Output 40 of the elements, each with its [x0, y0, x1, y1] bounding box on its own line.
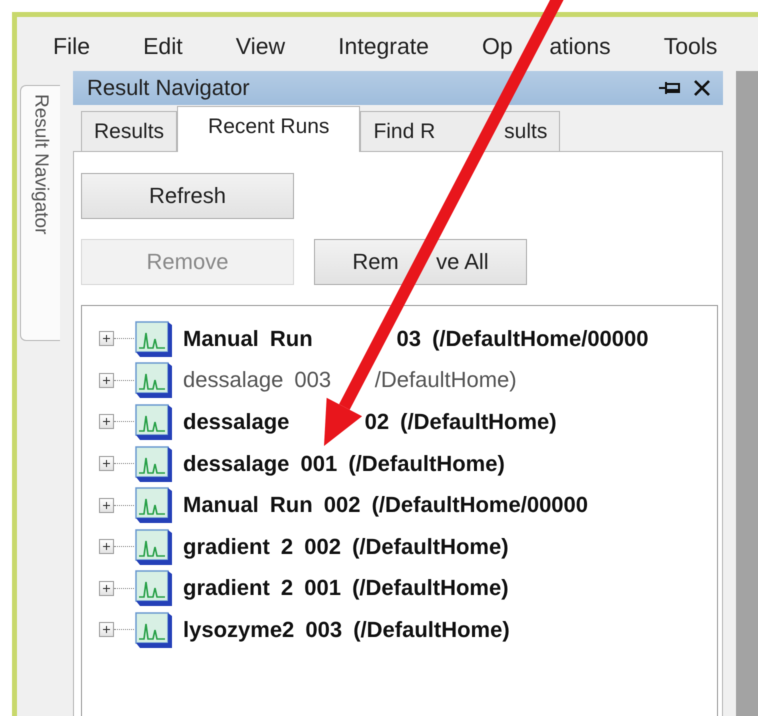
- chromatogram-icon: [134, 568, 174, 608]
- run-label[interactable]: dessalage 003 /DefaultHome): [183, 367, 517, 394]
- chromatogram-icon: [134, 610, 174, 650]
- menu-item[interactable]: View: [236, 31, 286, 61]
- expand-toggle[interactable]: [99, 539, 114, 554]
- action-button[interactable]: Refresh: [81, 173, 294, 219]
- run-label[interactable]: dessalage 001 (/DefaultHome): [183, 450, 505, 477]
- chromatogram-icon: [134, 318, 174, 359]
- run-label[interactable]: lysozyme2 003 (/DefaultHome): [183, 616, 510, 643]
- run-label[interactable]: dessalage 02 (/DefaultHome): [183, 408, 557, 435]
- expand-toggle[interactable]: [99, 331, 114, 346]
- panel-title: Result Navigator: [87, 75, 251, 101]
- expand-toggle[interactable]: [99, 580, 114, 596]
- menu-item[interactable]: File: [53, 31, 90, 61]
- run-label[interactable]: gradient 2 002 (/DefaultHome): [183, 534, 509, 560]
- pin-icon[interactable]: [659, 81, 681, 95]
- expand-toggle[interactable]: [99, 414, 114, 430]
- side-tab[interactable]: Result Navigator: [20, 85, 60, 341]
- menu-item[interactable]: Tools: [664, 31, 718, 61]
- expand-toggle[interactable]: [99, 456, 114, 472]
- chromatogram-icon: [134, 485, 174, 526]
- tab[interactable]: Results: [81, 111, 178, 151]
- side-tab-label: Result Navigator: [30, 94, 52, 236]
- menu-item[interactable]: Edit: [143, 31, 183, 61]
- run-label[interactable]: Manual Run 03 (/DefaultHome/00000: [183, 326, 648, 352]
- chromatogram-icon: [134, 526, 174, 567]
- action-button[interactable]: Rem ve All: [314, 239, 527, 285]
- expand-toggle[interactable]: [99, 498, 114, 513]
- expand-toggle[interactable]: [99, 622, 114, 638]
- chromatogram-icon: [134, 444, 174, 484]
- expand-toggle[interactable]: [99, 372, 114, 388]
- run-label[interactable]: Manual Run 002 (/DefaultHome/00000: [183, 492, 588, 518]
- tab[interactable]: Find R sults: [360, 111, 560, 151]
- close-icon[interactable]: [693, 79, 711, 97]
- chromatogram-icon: [134, 402, 174, 442]
- menu-item[interactable]: Integrate: [338, 31, 429, 61]
- tab[interactable]: Recent Runs: [177, 106, 360, 152]
- chromatogram-icon: [134, 360, 174, 400]
- menu-item[interactable]: Op ations: [482, 31, 611, 61]
- run-label[interactable]: gradient 2 001 (/DefaultHome): [183, 575, 509, 602]
